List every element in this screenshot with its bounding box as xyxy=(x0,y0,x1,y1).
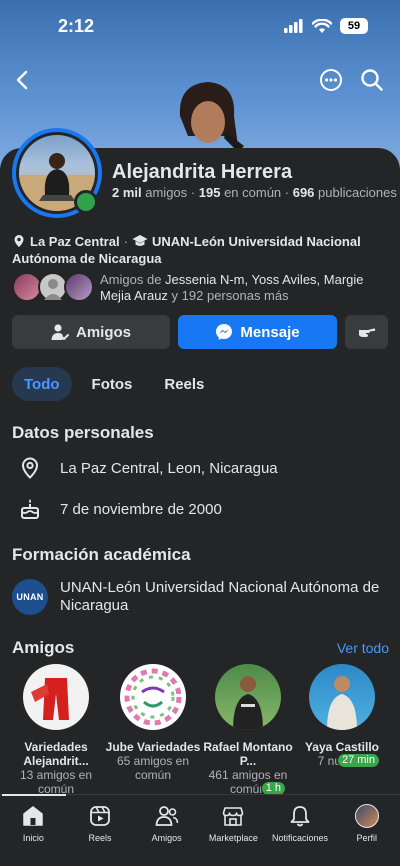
see-all-friends-link[interactable]: Ver todo xyxy=(337,640,389,656)
friends-button-label: Amigos xyxy=(75,323,131,341)
friend-name: Yaya Castillo xyxy=(304,740,380,754)
posts-count: 696 xyxy=(292,185,315,200)
mutual-friend-avatar xyxy=(64,272,94,302)
profile-intro: La Paz Central · UNAN-León Universidad Na… xyxy=(12,234,361,266)
nav-label: Notificaciones xyxy=(272,833,329,843)
friend-card[interactable]: 27 min Yaya Castillo 7 nuevos xyxy=(294,664,390,768)
friend-mutual: 13 amigos en común xyxy=(19,768,93,796)
nav-label: Inicio xyxy=(22,833,44,843)
status-bar: 2:12 59 xyxy=(0,0,400,54)
personal-location: La Paz Central, Leon, Nicaragua xyxy=(60,459,278,477)
personal-location-row: La Paz Central, Leon, Nicaragua xyxy=(12,452,388,484)
personal-details-title: Datos personales xyxy=(12,423,154,442)
nav-notificaciones[interactable]: Notificaciones xyxy=(267,795,334,866)
message-button[interactable]: Mensaje xyxy=(178,315,337,349)
mutual-suffix: y 192 personas más xyxy=(171,288,289,303)
friend-card[interactable]: Jube Variedades 65 amigos en común xyxy=(105,664,201,782)
nav-label: Reels xyxy=(88,833,112,843)
friend-avatar xyxy=(23,664,89,730)
personal-birthday-row: 7 de noviembre de 2000 xyxy=(12,493,388,525)
messenger-icon xyxy=(216,324,233,340)
friend-card[interactable]: 1 h Rafael Montano P... 461 amigos en co… xyxy=(200,664,296,796)
chevron-left-icon xyxy=(16,70,28,90)
friends-count-label: amigos xyxy=(145,185,188,200)
location-pin-icon xyxy=(14,235,24,247)
nav-marketplace[interactable]: Marketplace xyxy=(200,795,267,866)
signal-icon xyxy=(284,19,303,33)
poke-hand-icon xyxy=(358,328,375,337)
profile-actions: Amigos Mensaje xyxy=(12,315,388,349)
birthday-cake-icon xyxy=(21,499,39,519)
friends-button[interactable]: Amigos xyxy=(12,315,170,349)
tab-reels[interactable]: Reels xyxy=(152,367,216,401)
nav-amigos[interactable]: Amigos xyxy=(133,795,200,866)
profile-name: Alejandrita Herrera xyxy=(112,161,293,183)
location-pin-icon xyxy=(21,457,39,479)
nav-label: Perfil xyxy=(356,833,377,843)
search-icon xyxy=(361,69,383,91)
friends-title: Amigos xyxy=(12,638,75,657)
friend-card[interactable]: Variedades Alejandrit... 13 amigos en co… xyxy=(8,664,104,796)
education-school: UNAN-León Universidad Nacional Autónoma … xyxy=(60,579,380,614)
nav-inicio[interactable]: Inicio xyxy=(0,795,67,866)
profile-thumbnail xyxy=(354,804,379,828)
message-button-label: Mensaje xyxy=(240,323,300,341)
nav-label: Marketplace xyxy=(208,833,258,843)
friend-avatar xyxy=(215,664,281,730)
online-status-dot xyxy=(74,190,98,214)
university-logo-text: UNAN xyxy=(16,592,44,602)
more-options-button[interactable] xyxy=(315,64,347,96)
bottom-navigation: Inicio Reels Amigos Marketplace Notifica… xyxy=(0,794,400,866)
common-count-label: en común xyxy=(224,185,282,200)
intro-location: La Paz Central xyxy=(30,234,120,249)
profile-stats: 2 mil amigos · 195 en común · 696 public… xyxy=(112,185,397,200)
home-icon xyxy=(23,806,44,826)
battery-indicator: 59 xyxy=(340,18,368,34)
friends-count: 2 mil xyxy=(112,185,142,200)
graduation-cap-icon xyxy=(132,235,148,246)
posts-count-label: publicaciones xyxy=(318,185,397,200)
mutual-prefix: Amigos de xyxy=(100,272,162,287)
search-button[interactable] xyxy=(356,64,388,96)
nav-reels[interactable]: Reels xyxy=(67,795,134,866)
friend-active-badge: 27 min xyxy=(336,753,380,768)
reels-icon xyxy=(90,806,110,826)
education-title: Formación académica xyxy=(12,545,191,564)
friends-section-header: Amigos Ver todo xyxy=(12,638,389,658)
profile-tabs: Todo Fotos Reels xyxy=(12,367,216,401)
mutual-friends[interactable]: Amigos de Jessenia N-m, Yoss Aviles, Mar… xyxy=(12,270,388,304)
education-item[interactable]: UNAN UNAN-León Universidad Nacional Autó… xyxy=(12,577,388,617)
friend-avatar xyxy=(120,664,186,730)
common-count: 195 xyxy=(198,185,221,200)
more-dots-icon xyxy=(320,69,342,91)
personal-birthday: 7 de noviembre de 2000 xyxy=(60,500,222,518)
university-logo: UNAN xyxy=(12,579,48,615)
bell-icon xyxy=(290,806,310,827)
nav-label: Amigos xyxy=(151,833,182,843)
friend-avatar xyxy=(309,664,375,730)
tab-fotos[interactable]: Fotos xyxy=(80,367,145,401)
friends-grid: Variedades Alejandrit... 13 amigos en co… xyxy=(0,664,400,796)
wifi-icon xyxy=(312,18,332,33)
friend-name: Rafael Montano P... xyxy=(203,740,293,768)
status-time: 2:12 xyxy=(58,16,95,36)
active-tab-indicator xyxy=(2,794,66,796)
nav-perfil[interactable]: Perfil xyxy=(333,795,400,866)
friend-name: Variedades Alejandrit... xyxy=(23,740,89,768)
friend-check-icon xyxy=(51,324,69,340)
back-button[interactable] xyxy=(6,64,38,96)
friends-icon xyxy=(155,806,178,826)
more-actions-button[interactable] xyxy=(345,315,388,349)
marketplace-icon xyxy=(223,807,244,826)
friend-name: Jube Variedades xyxy=(105,740,201,754)
friend-mutual: 65 amigos en común xyxy=(116,754,190,782)
tab-todo[interactable]: Todo xyxy=(12,367,72,401)
